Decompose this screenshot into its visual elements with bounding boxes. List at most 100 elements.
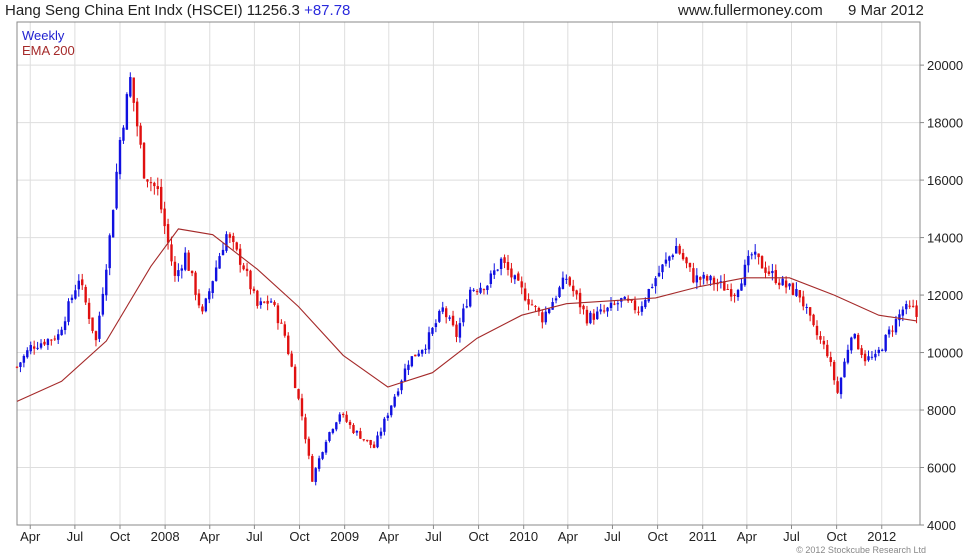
candle-up: [496, 269, 499, 271]
candle-up: [111, 210, 115, 238]
candle-down: [194, 272, 197, 295]
candle-up: [489, 273, 493, 284]
candle-up: [675, 246, 678, 254]
candle-up: [788, 283, 791, 287]
candle-down: [252, 288, 256, 291]
chart-grid: [17, 22, 920, 526]
x-tick-label: Oct: [289, 529, 310, 544]
candle-up: [438, 311, 441, 322]
candle-up: [383, 418, 386, 432]
candle-down: [451, 315, 455, 326]
x-tick-label: Apr: [20, 529, 41, 544]
candle-up: [29, 345, 32, 352]
candle-down: [527, 299, 530, 305]
candle-down: [791, 283, 795, 295]
candle-up: [26, 350, 29, 358]
candle-up: [493, 270, 496, 275]
y-tick-label: 20000: [927, 58, 963, 73]
candle-down: [729, 289, 733, 297]
candle-down: [173, 261, 177, 276]
candle-up: [647, 288, 650, 302]
candle-down: [263, 301, 266, 303]
candle-down: [681, 253, 685, 260]
y-tick-label: 10000: [927, 346, 963, 361]
candle-up: [877, 349, 880, 354]
candle-down: [829, 357, 832, 363]
candle-up: [386, 415, 390, 419]
candle-up: [218, 256, 221, 269]
candle-up: [671, 255, 674, 258]
candle-down: [778, 282, 781, 286]
candle-up: [129, 77, 132, 97]
plot-area-frame: [16, 21, 921, 526]
candle-up: [431, 327, 434, 334]
candle-down: [53, 338, 56, 340]
candle-down: [688, 262, 692, 268]
candle-up: [376, 435, 379, 448]
candle-up: [46, 339, 50, 346]
candle-up: [393, 396, 396, 407]
candle-down: [891, 330, 894, 332]
candle-up: [747, 255, 750, 266]
candle-down: [578, 292, 582, 308]
candle-up: [599, 309, 602, 312]
candle-down: [832, 361, 836, 381]
candle-up: [19, 362, 22, 367]
candle-up: [39, 343, 43, 348]
x-tick-label: Oct: [826, 529, 847, 544]
candle-down: [135, 101, 139, 127]
candle-up: [596, 311, 599, 320]
candle-down: [91, 317, 94, 331]
candle-down: [245, 268, 249, 272]
candle-down: [503, 257, 506, 263]
candle-down: [860, 348, 863, 355]
candle-down: [345, 414, 348, 422]
candle-down: [685, 257, 688, 264]
candle-down: [541, 312, 544, 323]
x-tick-label: Jul: [604, 529, 621, 544]
candle-up: [403, 368, 407, 382]
candle-down: [575, 290, 578, 295]
candle-down: [304, 417, 307, 440]
candle-up: [661, 264, 664, 273]
candle-down: [297, 389, 300, 399]
candle-down: [585, 309, 589, 324]
candle-down: [510, 268, 513, 278]
candle-down: [170, 244, 173, 262]
candle-up: [434, 323, 438, 328]
y-tick-label: 12000: [927, 288, 963, 303]
candle-down: [517, 273, 520, 281]
candle-up: [874, 353, 877, 358]
candle-up: [499, 258, 503, 269]
copyright-notice: © 2012 Stockcube Research Ltd: [796, 545, 926, 555]
x-tick-label: 2009: [330, 529, 359, 544]
candle-down: [341, 413, 345, 415]
candle-down: [242, 265, 245, 270]
candle-down: [352, 424, 355, 434]
candle-down: [15, 366, 19, 368]
candle-down: [160, 186, 163, 210]
candle-down: [856, 334, 860, 350]
candle-up: [781, 278, 784, 286]
candle-down: [592, 313, 596, 320]
x-tick-label: Oct: [468, 529, 489, 544]
candle-up: [513, 275, 517, 280]
candle-down: [50, 339, 53, 341]
candle-down: [348, 421, 352, 425]
candle-up: [547, 308, 551, 313]
candle-down: [822, 340, 826, 345]
candles: [15, 72, 918, 486]
candle-up: [486, 285, 489, 291]
candle-up: [70, 297, 74, 301]
candle-up: [259, 301, 262, 306]
candle-up: [565, 278, 568, 280]
candle-down: [87, 302, 91, 319]
candle-down: [475, 291, 479, 293]
candle-up: [458, 323, 462, 338]
candle-up: [901, 309, 905, 316]
candle-down: [266, 300, 269, 304]
candle-up: [407, 364, 410, 370]
legend: Weekly EMA 200: [22, 28, 75, 58]
candle-up: [664, 259, 668, 264]
candle-up: [609, 302, 613, 308]
